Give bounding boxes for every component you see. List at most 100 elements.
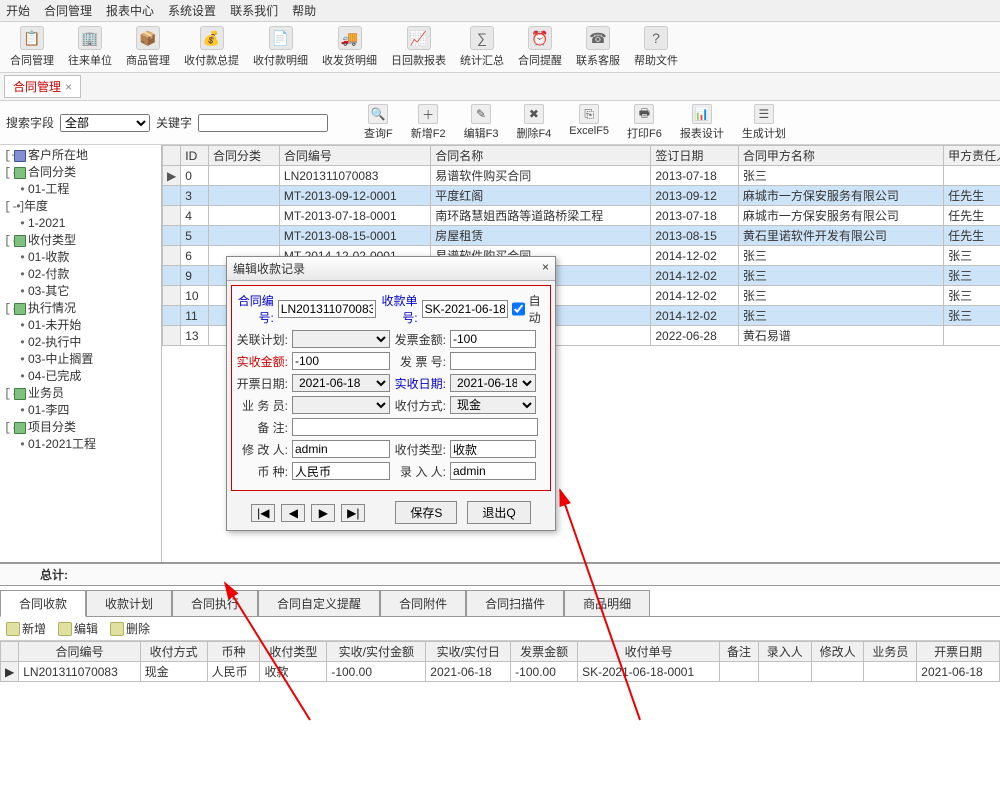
menu-合同管理[interactable]: 合同管理 xyxy=(44,2,92,19)
table-row[interactable]: 5MT-2013-08-15-0001房屋租赁2013-08-15黄石里诺软件开… xyxy=(163,226,1000,246)
tree-node[interactable]: •03-中止搁置 xyxy=(2,351,159,368)
col-合同名称[interactable]: 合同名称 xyxy=(431,146,651,166)
ship-detail-button[interactable]: 🚚收发货明细 xyxy=(316,24,383,70)
bottom-编辑-button[interactable]: 编辑 xyxy=(58,620,98,637)
plan-select[interactable] xyxy=(292,330,390,348)
staff-select[interactable] xyxy=(292,396,390,414)
table-row[interactable]: ▶0LN201311070083易谱软件购买合同2013-07-18张三黄石里诺… xyxy=(163,166,1000,186)
bcol-修改人[interactable]: 修改人 xyxy=(811,642,864,662)
nav-next-button[interactable]: ▶ xyxy=(311,504,335,522)
tree-node[interactable]: •03-其它 xyxy=(2,283,159,300)
receipt-row[interactable]: ▶LN201311070083现金人民币收款-100.002021-06-18-… xyxy=(1,662,1000,682)
col-签订日期[interactable]: 签订日期 xyxy=(651,146,739,166)
btab-合同执行[interactable]: 合同执行 xyxy=(172,590,258,617)
save-button[interactable]: 保存S xyxy=(395,501,457,524)
table-row[interactable]: 4MT-2013-07-18-0001南环路慧姐西路等道路桥梁工程2013-07… xyxy=(163,206,1000,226)
tree-node[interactable]: •01-2021工程 xyxy=(2,436,159,453)
bcol-[interactable] xyxy=(1,642,19,662)
tree-node[interactable]: [-]合同分类 xyxy=(2,164,159,181)
category-tree[interactable]: [+]客户所在地[-]合同分类•01-工程[-]•年度•1-2021[-]收付类… xyxy=(0,145,162,562)
bill-date-select[interactable]: 2021-06-18 xyxy=(292,374,390,392)
tree-node[interactable]: •04-已完成 xyxy=(2,368,159,385)
tree-node[interactable]: [-]执行情况 xyxy=(2,300,159,317)
expand-icon[interactable]: [-] xyxy=(4,165,13,181)
pay-sum-button[interactable]: 💰收付款总提 xyxy=(178,24,245,70)
col-[interactable] xyxy=(163,146,181,166)
menu-系统设置[interactable]: 系统设置 xyxy=(168,2,216,19)
recv-amt-input[interactable] xyxy=(292,352,390,370)
receipt-table[interactable]: 合同编号收付方式币种收付类型实收/实付金额实收/实付日发票金额收付单号备注录入人… xyxy=(0,641,1000,682)
btab-合同附件[interactable]: 合同附件 xyxy=(380,590,466,617)
nav-first-button[interactable]: |◀ xyxy=(251,504,275,522)
dialog-close-icon[interactable]: × xyxy=(542,260,549,277)
expand-icon[interactable]: [-] xyxy=(4,386,13,402)
service-button[interactable]: ☎联系客服 xyxy=(570,24,626,70)
remind-button[interactable]: ⏰合同提醒 xyxy=(512,24,568,70)
action-报表设计[interactable]: 📊报表设计 xyxy=(680,104,724,141)
tree-node[interactable]: •01-李四 xyxy=(2,402,159,419)
tree-node[interactable]: •01-工程 xyxy=(2,181,159,198)
bcol-备注[interactable]: 备注 xyxy=(720,642,759,662)
col-ID[interactable]: ID xyxy=(181,146,209,166)
bcol-实收/实付金额[interactable]: 实收/实付金额 xyxy=(327,642,426,662)
btab-收款计划[interactable]: 收款计划 xyxy=(86,590,172,617)
pay-detail-button[interactable]: 📄收付款明细 xyxy=(247,24,314,70)
contract-manage-button[interactable]: 📋合同管理 xyxy=(4,24,60,70)
bottom-删除-button[interactable]: 删除 xyxy=(110,620,150,637)
tree-node[interactable]: [-]•年度 xyxy=(2,198,159,215)
search-field-select[interactable]: 全部 xyxy=(60,114,150,132)
tab-contract-manage[interactable]: 合同管理 × xyxy=(4,75,81,98)
nav-last-button[interactable]: ▶| xyxy=(341,504,365,522)
menu-帮助[interactable]: 帮助 xyxy=(292,2,316,19)
bcol-录入人[interactable]: 录入人 xyxy=(758,642,811,662)
action-打印F6[interactable]: 🖶打印F6 xyxy=(627,104,662,141)
recv-date-select[interactable]: 2021-06-18 xyxy=(450,374,536,392)
tree-node[interactable]: [-]业务员 xyxy=(2,385,159,402)
expand-icon[interactable]: [-] xyxy=(4,199,13,215)
bcol-发票金额[interactable]: 发票金额 xyxy=(511,642,578,662)
action-新增F2[interactable]: ＋新增F2 xyxy=(411,104,446,141)
tree-node[interactable]: •1-2021 xyxy=(2,215,159,232)
method-select[interactable]: 现金 xyxy=(450,396,536,414)
expand-icon[interactable]: [-] xyxy=(4,301,13,317)
invoice-no-input[interactable] xyxy=(450,352,536,370)
menu-报表中心[interactable]: 报表中心 xyxy=(106,2,154,19)
action-删除F4[interactable]: ✖删除F4 xyxy=(516,104,551,141)
btab-商品明细[interactable]: 商品明细 xyxy=(564,590,650,617)
bcol-实收/实付日[interactable]: 实收/实付日 xyxy=(426,642,511,662)
col-合同编号[interactable]: 合同编号 xyxy=(279,146,430,166)
tree-node[interactable]: •01-未开始 xyxy=(2,317,159,334)
tree-node[interactable]: [-]收付类型 xyxy=(2,232,159,249)
bcol-开票日期[interactable]: 开票日期 xyxy=(917,642,1000,662)
stat-button[interactable]: ∑统计汇总 xyxy=(454,24,510,70)
tree-node[interactable]: [+]客户所在地 xyxy=(2,147,159,164)
tree-node[interactable]: •01-收款 xyxy=(2,249,159,266)
bcol-币种[interactable]: 币种 xyxy=(207,642,260,662)
expand-icon[interactable]: [+] xyxy=(4,148,13,164)
keyword-input[interactable] xyxy=(198,114,328,132)
bcol-合同编号[interactable]: 合同编号 xyxy=(19,642,141,662)
nav-prev-button[interactable]: ◀ xyxy=(281,504,305,522)
bottom-新增-button[interactable]: 新增 xyxy=(6,620,46,637)
col-合同甲方名称[interactable]: 合同甲方名称 xyxy=(738,146,943,166)
bcol-收付类型[interactable]: 收付类型 xyxy=(260,642,327,662)
btab-合同扫描件[interactable]: 合同扫描件 xyxy=(466,590,564,617)
return-rpt-button[interactable]: 📈日回款报表 xyxy=(385,24,452,70)
receipt-no-input[interactable] xyxy=(422,300,508,318)
bcol-收付单号[interactable]: 收付单号 xyxy=(578,642,720,662)
tree-node[interactable]: •02-付款 xyxy=(2,266,159,283)
help-button[interactable]: ?帮助文件 xyxy=(628,24,684,70)
tree-node[interactable]: •02-执行中 xyxy=(2,334,159,351)
table-row[interactable]: 3MT-2013-09-12-0001平度红阁2013-09-12麻城市一方保安… xyxy=(163,186,1000,206)
close-icon[interactable]: × xyxy=(65,80,72,94)
exit-button[interactable]: 退出Q xyxy=(467,501,530,524)
products-button[interactable]: 📦商品管理 xyxy=(120,24,176,70)
bcol-收付方式[interactable]: 收付方式 xyxy=(140,642,207,662)
expand-icon[interactable]: [-] xyxy=(4,420,13,436)
action-ExcelF5[interactable]: ⎘ExcelF5 xyxy=(569,104,609,141)
action-生成计划[interactable]: ☰生成计划 xyxy=(742,104,786,141)
btab-合同收款[interactable]: 合同收款 xyxy=(0,590,86,617)
btab-合同自定义提醒[interactable]: 合同自定义提醒 xyxy=(258,590,380,617)
invoice-amt-input[interactable] xyxy=(450,330,536,348)
action-编辑F3[interactable]: ✎编辑F3 xyxy=(464,104,499,141)
